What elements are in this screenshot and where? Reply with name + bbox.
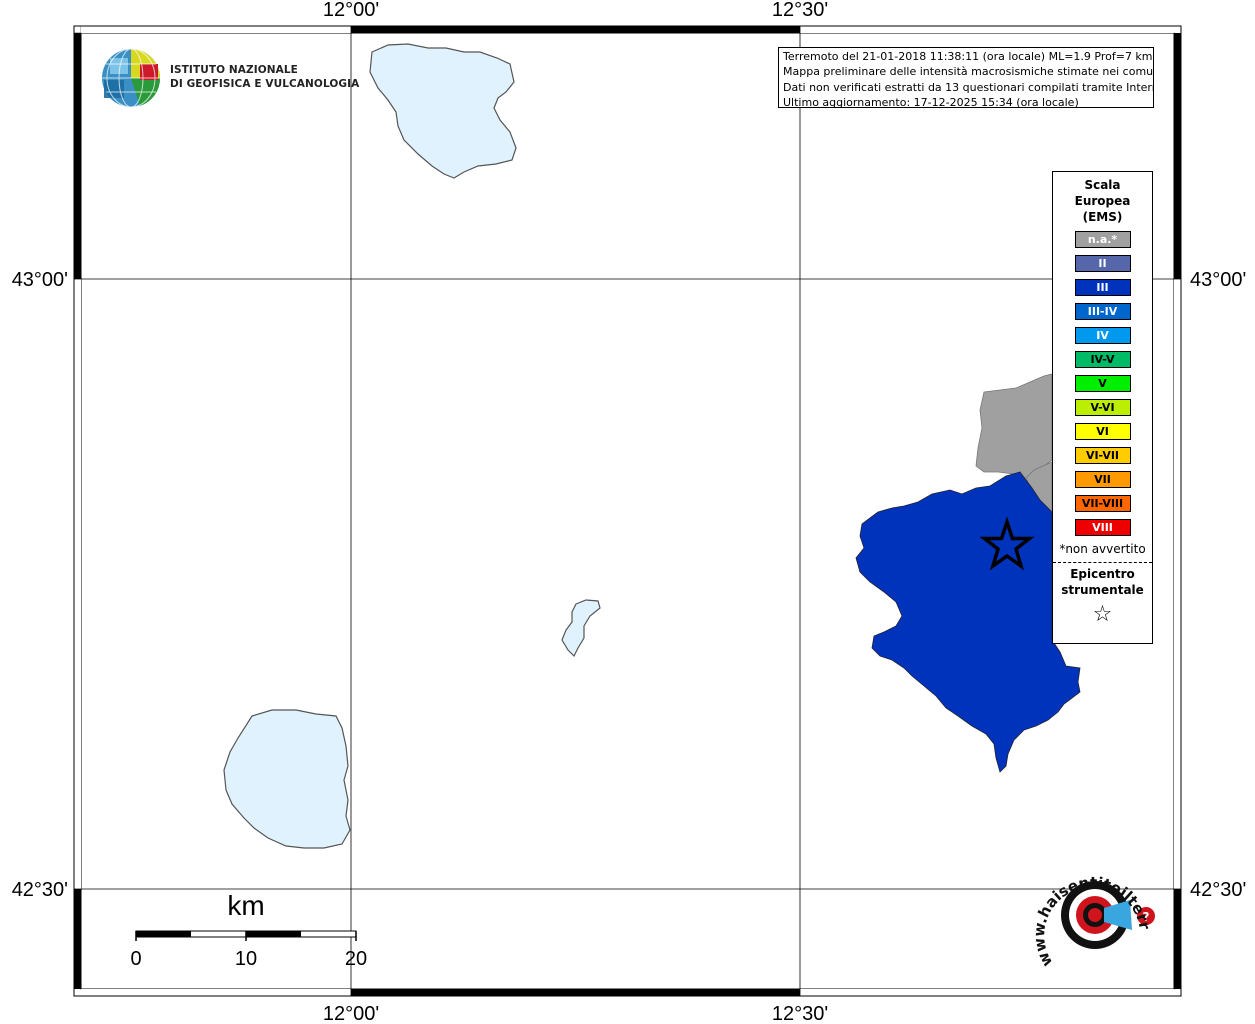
tick-lon-top-1: 12°00' <box>323 0 379 21</box>
legend-star-icon: ☆ <box>1092 602 1113 627</box>
legend-epicenter-label: Epicentro strumentale <box>1053 566 1152 598</box>
legend-swatch-n-a: n.a.* <box>1074 231 1131 248</box>
legend-title-line3: (EMS) <box>1082 210 1123 224</box>
scale-title: km <box>227 890 264 921</box>
tick-lat-right-2: 42°30' <box>1190 879 1246 901</box>
legend-swatch-iii-iv: III-IV <box>1074 303 1131 320</box>
institute-name-line2: DI GEOFISICA E VULCANOLOGIA <box>170 78 360 90</box>
legend-divider <box>1053 562 1152 563</box>
event-info-line1: Terremoto del 21-01-2018 11:38:11 (ora l… <box>783 50 1153 63</box>
legend-swatch-viii: VIII <box>1074 519 1131 536</box>
legend-swatch-ii: II <box>1074 255 1131 272</box>
legend-title-line1: Scala <box>1084 178 1121 192</box>
institute-name: ISTITUTO NAZIONALE DI GEOFISICA E VULCAN… <box>170 63 359 91</box>
legend-swatch-v: V <box>1074 375 1131 392</box>
legend-epi-line2: strumentale <box>1061 583 1144 597</box>
legend-swatch-iv-v: IV-V <box>1074 351 1131 368</box>
institute-name-line1: ISTITUTO NAZIONALE <box>170 64 298 76</box>
tick-lat-right-1: 43°00' <box>1190 269 1246 291</box>
legend-epi-line1: Epicentro <box>1070 567 1135 581</box>
legend-swatch-vii: VII <box>1074 471 1131 488</box>
event-info-box: Terremoto del 21-01-2018 11:38:11 (ora l… <box>778 47 1154 108</box>
legend-swatch-iii: III <box>1074 279 1131 296</box>
legend-note: *non avvertito <box>1059 542 1146 556</box>
legend-swatch-vii-viii: VII-VIII <box>1074 495 1131 512</box>
tick-lon-bottom-2: 12°30' <box>772 1003 828 1024</box>
tick-lat-left-2: 42°30' <box>12 879 68 901</box>
legend-swatch-iv: IV <box>1074 327 1131 344</box>
legend-title-line2: Europea <box>1074 194 1131 208</box>
legend-swatch-vi-vii: VI-VII <box>1074 447 1131 464</box>
event-info-line2: Mappa preliminare delle intensità macros… <box>783 65 1154 79</box>
legend-swatch-vi: VI <box>1074 423 1131 440</box>
scale-label-0: 0 <box>130 948 141 970</box>
ingv-logo-icon <box>102 48 161 108</box>
legend-swatch-v-vi: V-VI <box>1074 399 1131 416</box>
legend-title: Scala Europea (EMS) <box>1053 177 1152 225</box>
scale-label-10: 10 <box>235 948 257 970</box>
event-info-line4: Ultimo aggiornamento: 17-12-2025 15:34 (… <box>783 95 1079 108</box>
event-info-line3: Dati non verificati estratti da 13 quest… <box>783 80 1154 94</box>
tick-lon-top-2: 12°30' <box>772 0 828 21</box>
legend-swatches: n.a.* II III III-IV IV IV-V V V-VI VI VI-VII VII VI… <box>1053 231 1152 536</box>
scale-label-20: 20 <box>345 948 367 970</box>
intensity-legend: Scala Europea (EMS) n.a.* II III III-IV IV IV… <box>1052 171 1153 644</box>
tick-lat-left-1: 43°00' <box>12 269 68 291</box>
tick-lon-bottom-1: 12°00' <box>323 1003 379 1024</box>
